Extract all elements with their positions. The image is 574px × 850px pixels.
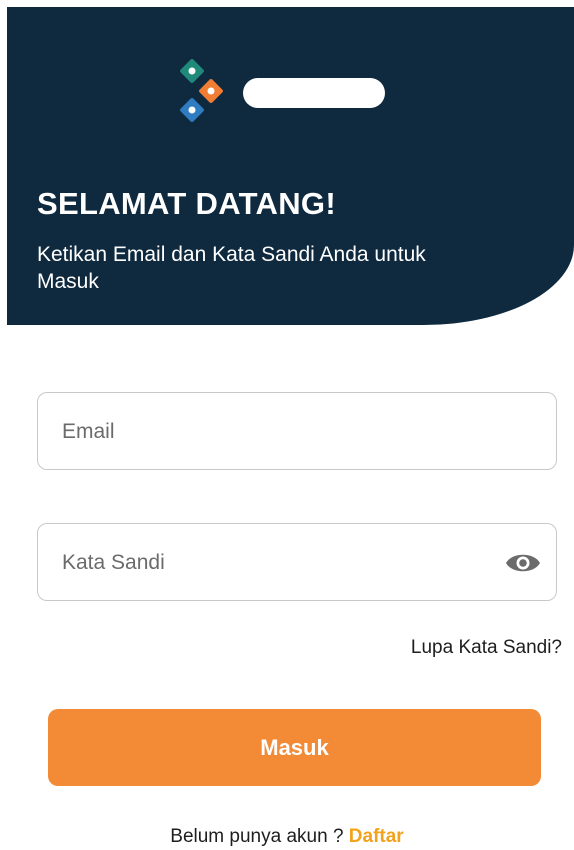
forgot-password-link[interactable]: Lupa Kata Sandi? <box>411 637 562 659</box>
email-input[interactable] <box>60 393 494 471</box>
register-link[interactable]: Daftar <box>349 826 404 847</box>
page-title: SELAMAT DATANG! <box>37 186 336 221</box>
password-field[interactable] <box>37 523 557 602</box>
eye-icon[interactable] <box>504 549 542 577</box>
password-input[interactable] <box>60 524 494 602</box>
email-field[interactable] <box>37 392 557 471</box>
register-prompt: Belum punya akun ? Daftar <box>0 826 574 848</box>
brand-name-redacted <box>243 78 385 108</box>
diamond-logo-icon <box>180 59 223 122</box>
login-button[interactable]: Masuk <box>48 709 541 786</box>
register-prompt-text: Belum punya akun ? <box>170 826 349 847</box>
page-subtitle: Ketikan Email dan Kata Sandi Anda untuk … <box>37 243 426 293</box>
